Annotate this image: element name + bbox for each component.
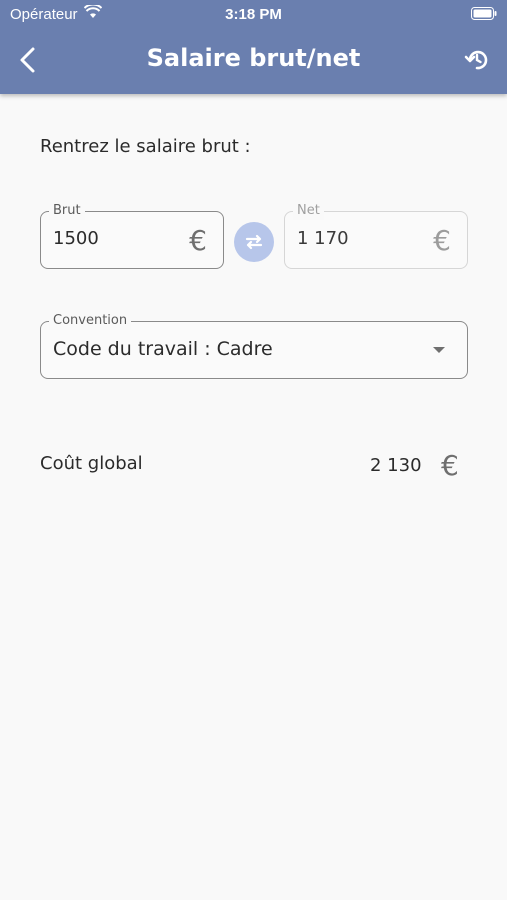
convention-label: Convention [49,312,132,330]
battery-icon [471,7,497,20]
net-field: Net 1 170 € [284,202,468,269]
global-cost-value: 2 130 [370,455,422,476]
app-header: Opérateur 3:18 PM Salaire brut/net [0,0,507,94]
brut-input[interactable]: 1500 [53,228,173,249]
input-prompt: Rentrez le salaire brut : [40,136,251,157]
brut-field[interactable]: Brut 1500 € [40,202,224,269]
chevron-down-icon [433,347,445,353]
net-output: 1 170 [297,228,349,249]
euro-icon: € [189,224,207,257]
status-bar: Opérateur 3:18 PM [0,0,507,28]
brut-label: Brut [49,202,85,220]
convention-value: Code du travail : Cadre [53,338,273,360]
swap-arrows-icon [245,234,263,250]
global-cost-label: Coût global [40,453,143,474]
page-title: Salaire brut/net [146,44,361,72]
net-label: Net [293,202,324,220]
convention-select[interactable]: Convention Code du travail : Cadre [40,312,468,379]
swap-button[interactable] [234,222,274,262]
euro-icon: € [433,224,451,257]
history-icon[interactable] [463,46,491,74]
status-time: 3:18 PM [225,6,282,23]
euro-icon: € [441,449,459,482]
